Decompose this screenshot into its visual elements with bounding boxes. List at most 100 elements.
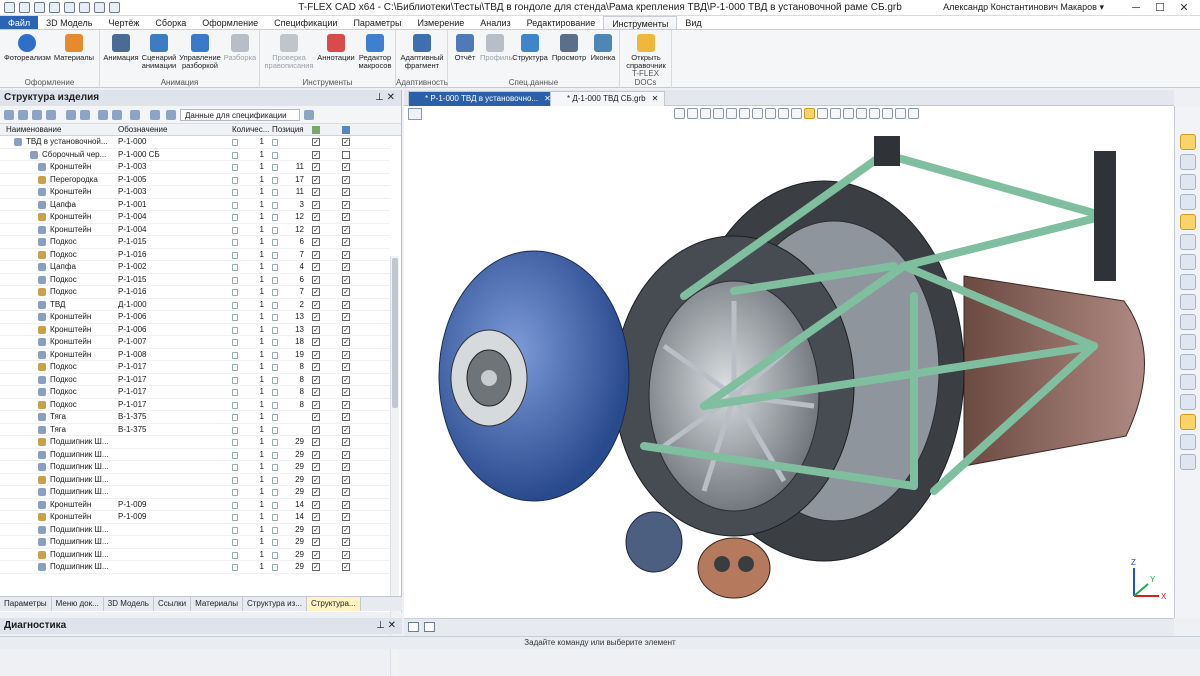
table-row[interactable]: Подшипник Ш... 1 29 ✓ ✓ <box>0 524 390 536</box>
column-quantity[interactable]: Количес... <box>232 125 269 134</box>
visible-checkbox[interactable]: ✓ <box>312 163 320 171</box>
table-row[interactable]: Подкос Р-1-015 1 6 ✓ ✓ <box>0 236 390 249</box>
materials-button[interactable]: Материалы <box>52 34 96 62</box>
tab-file[interactable]: Файл <box>0 16 39 29</box>
visible-checkbox[interactable]: ✓ <box>312 550 320 559</box>
table-row[interactable]: Подшипник Ш... 1 29 ✓ ✓ <box>0 486 390 499</box>
filter-icon[interactable] <box>32 110 42 120</box>
visible-checkbox[interactable]: ✓ <box>312 538 320 546</box>
table-row[interactable]: Кронштейн Р-1-003 1 11 ✓ ✓ <box>0 186 390 199</box>
visible-checkbox[interactable]: ✓ <box>312 525 320 534</box>
tab-parameters[interactable]: Параметры <box>345 16 409 29</box>
tab-parameters-panel[interactable]: Параметры <box>0 597 52 611</box>
visible-checkbox[interactable]: ✓ <box>312 475 320 484</box>
visible-checkbox[interactable]: ✓ <box>312 450 320 459</box>
table-row[interactable]: Подкос Р-1-016 1 7 ✓ ✓ <box>0 286 390 299</box>
spec-checkbox[interactable]: ✓ <box>342 413 350 421</box>
visible-checkbox[interactable]: ✓ <box>312 325 320 334</box>
tab-design[interactable]: Оформление <box>194 16 266 29</box>
spellcheck-button[interactable]: Проверка правописания <box>262 34 316 70</box>
visible-checkbox[interactable]: ✓ <box>312 425 320 434</box>
tab-analysis[interactable]: Анализ <box>472 16 518 29</box>
visible-checkbox[interactable]: ✓ <box>312 363 320 371</box>
spec-checkbox[interactable]: ✓ <box>342 188 350 196</box>
spec-checkbox[interactable]: ✓ <box>342 500 350 509</box>
scrollbar-thumb[interactable] <box>392 258 398 408</box>
tab-3d-model[interactable]: 3D Модель <box>38 16 100 29</box>
table-row[interactable]: Кронштейн Р-1-009 1 14 ✓ ✓ <box>0 499 390 511</box>
spec-checkbox[interactable] <box>342 150 350 159</box>
close-tab-icon[interactable]: ✕ <box>652 94 659 103</box>
column-name[interactable]: Наименование <box>6 125 61 134</box>
spec-checkbox[interactable]: ✓ <box>342 425 350 434</box>
cube-icon[interactable] <box>1180 314 1196 330</box>
table-row[interactable]: Подкос Р-1-016 1 7 ✓ ✓ <box>0 249 390 261</box>
table-row[interactable]: Подшипник Ш... 1 29 ✓ ✓ <box>0 549 390 561</box>
spec-checkbox[interactable]: ✓ <box>342 563 350 571</box>
check-icon[interactable] <box>1180 254 1196 270</box>
tab-view[interactable]: Вид <box>677 16 709 29</box>
visible-checkbox[interactable]: ✓ <box>312 238 320 246</box>
animation-button[interactable]: Анимация <box>102 34 140 62</box>
spec-checkbox[interactable]: ✓ <box>342 450 350 459</box>
tab-drawing[interactable]: Чертёж <box>100 16 147 29</box>
maximize-button[interactable]: ☐ <box>1148 0 1172 16</box>
table-row[interactable]: Перегородка Р-1-005 1 17 ✓ ✓ <box>0 174 390 186</box>
visible-checkbox[interactable]: ✓ <box>312 375 320 384</box>
table-row[interactable]: Тяга В-1-375 1 ✓ ✓ <box>0 411 390 424</box>
spec-checkbox[interactable]: ✓ <box>342 325 350 334</box>
table-row[interactable]: Подшипник Ш... 1 29 ✓ ✓ <box>0 561 390 574</box>
spec-checkbox[interactable]: ✓ <box>342 275 350 284</box>
table-row[interactable]: Подшипник Ш... 1 29 ✓ ✓ <box>0 474 390 486</box>
link-icon[interactable] <box>98 110 108 120</box>
table-row[interactable]: ТВД в установочной... Р-1-000 1 ✓ ✓ <box>0 136 390 149</box>
variables-icon[interactable] <box>150 110 160 120</box>
explode-button[interactable]: Разборка <box>222 34 258 62</box>
box-icon[interactable] <box>1180 334 1196 350</box>
spec-checkbox[interactable]: ✓ <box>342 263 350 271</box>
highlight-icon[interactable] <box>1180 414 1196 430</box>
shape-icon[interactable] <box>1180 394 1196 410</box>
zoom-window-icon[interactable] <box>1180 174 1196 190</box>
tab-materials[interactable]: Материалы <box>191 597 243 611</box>
measure-icon[interactable] <box>1180 434 1196 450</box>
tab-structure-1[interactable]: Структура из... <box>243 597 307 611</box>
icon-button[interactable]: Иконка <box>588 34 618 62</box>
visible-checkbox[interactable]: ✓ <box>312 463 320 471</box>
adaptive-fragment-button[interactable]: Адаптивный фрагмент <box>398 34 446 70</box>
layout-split-icon[interactable] <box>424 622 435 632</box>
spec-checkbox[interactable]: ✓ <box>342 400 350 409</box>
table-row[interactable]: Подкос Р-1-017 1 8 ✓ ✓ <box>0 386 390 399</box>
table-row[interactable]: Подкос Р-1-017 1 8 ✓ ✓ <box>0 361 390 374</box>
table-row[interactable]: Кронштейн Р-1-004 1 12 ✓ ✓ <box>0 224 390 236</box>
spec-checkbox[interactable]: ✓ <box>342 238 350 246</box>
check-list-icon[interactable] <box>1180 274 1196 290</box>
visible-checkbox[interactable]: ✓ <box>312 488 320 496</box>
delete-row-icon[interactable] <box>80 110 90 120</box>
spec-data-dropdown[interactable]: Данные для спецификации <box>180 109 300 121</box>
unlink-icon[interactable] <box>112 110 122 120</box>
spec-checkbox[interactable]: ✓ <box>342 225 350 234</box>
table-row[interactable]: Подкос Р-1-017 1 8 ✓ ✓ <box>0 374 390 386</box>
table-row[interactable]: Кронштейн Р-1-006 1 13 ✓ ✓ <box>0 311 390 324</box>
annotations-button[interactable]: Аннотации <box>316 34 356 62</box>
spec-checkbox[interactable]: ✓ <box>342 138 350 146</box>
table-row[interactable]: ТВД Д-1-000 1 2 ✓ ✓ <box>0 299 390 311</box>
spec-checkbox[interactable]: ✓ <box>342 350 350 359</box>
display-icon[interactable] <box>1180 454 1196 470</box>
close-button[interactable]: ✕ <box>1172 0 1196 16</box>
magnet-icon[interactable] <box>1180 134 1196 150</box>
table-row[interactable]: Тяга В-1-375 1 ✓ ✓ <box>0 424 390 436</box>
visible-checkbox[interactable]: ✓ <box>312 438 320 446</box>
visible-checkbox[interactable]: ✓ <box>312 400 320 409</box>
table-row[interactable]: Подшипник Ш... 1 29 ✓ ✓ <box>0 449 390 461</box>
table-row[interactable]: Сборочный чер... Р-1-000 СБ 1 ✓ <box>0 149 390 161</box>
visible-checkbox[interactable]: ✓ <box>312 225 320 234</box>
table-row[interactable]: Подшипник Ш... 1 29 ✓ ✓ <box>0 436 390 449</box>
table-row[interactable]: Кронштейн Р-1-008 1 19 ✓ ✓ <box>0 349 390 361</box>
spec-checkbox[interactable]: ✓ <box>342 525 350 534</box>
structure-button[interactable]: Структура <box>512 34 548 62</box>
table-row[interactable]: Подкос Р-1-017 1 8 ✓ ✓ <box>0 399 390 411</box>
tab-doc-menu[interactable]: Меню док... <box>52 597 104 611</box>
user-name[interactable]: Александр Константинович Макаров ▾ <box>943 2 1104 13</box>
